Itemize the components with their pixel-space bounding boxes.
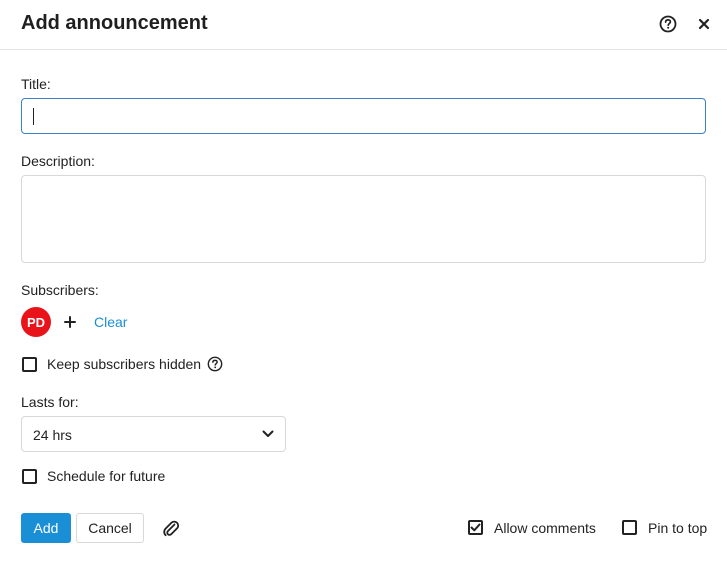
dialog-title: Add announcement: [21, 12, 208, 34]
add-button[interactable]: Add: [21, 513, 71, 543]
lasts-for-label: Lasts for:: [21, 394, 79, 410]
pin-to-top-label: Pin to top: [648, 520, 708, 536]
clear-subscribers-link[interactable]: Clear: [94, 314, 127, 330]
description-label: Description:: [21, 153, 95, 169]
plus-icon: [64, 316, 76, 328]
help-icon[interactable]: [658, 14, 678, 34]
add-subscriber-button[interactable]: [55, 307, 85, 337]
lasts-for-value: 24 hrs: [33, 427, 72, 443]
pin-to-top-checkbox[interactable]: [622, 520, 637, 535]
keep-hidden-label: Keep subscribers hidden: [47, 356, 202, 372]
close-icon[interactable]: [694, 14, 714, 34]
title-label: Title:: [21, 76, 51, 92]
keep-hidden-checkbox[interactable]: [22, 357, 37, 372]
description-textarea[interactable]: [21, 175, 706, 263]
attachment-icon[interactable]: [161, 518, 181, 538]
cancel-button[interactable]: Cancel: [76, 513, 144, 543]
schedule-label: Schedule for future: [47, 468, 166, 484]
title-input[interactable]: [21, 98, 706, 134]
chevron-down-icon: [262, 430, 274, 437]
text-caret: [33, 108, 34, 125]
subscribers-label: Subscribers:: [21, 282, 99, 298]
subscriber-avatar[interactable]: PD: [21, 307, 51, 337]
dialog-header: Add announcement: [0, 0, 727, 50]
checkmark-icon: [470, 523, 481, 532]
allow-comments-checkbox[interactable]: [468, 520, 483, 535]
schedule-checkbox[interactable]: [22, 469, 37, 484]
help-icon-small[interactable]: [207, 356, 223, 372]
lasts-for-select[interactable]: 24 hrs: [21, 416, 286, 452]
allow-comments-label: Allow comments: [494, 520, 596, 536]
